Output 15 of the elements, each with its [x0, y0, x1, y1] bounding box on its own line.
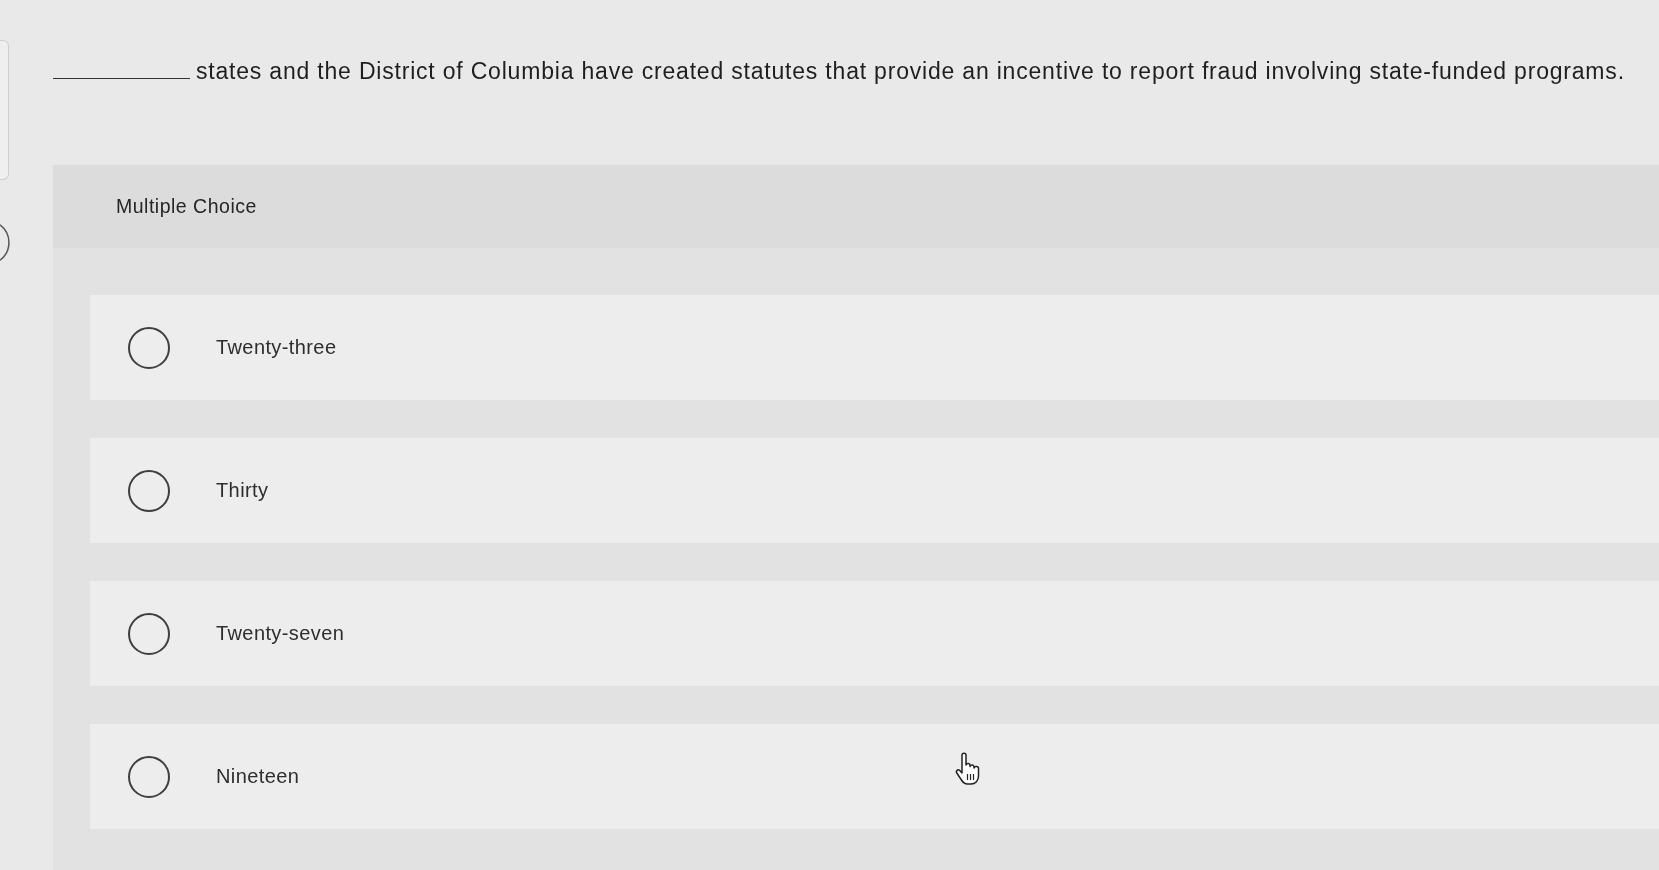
radio-button[interactable] [128, 612, 170, 655]
radio-button[interactable] [128, 326, 170, 369]
answer-option[interactable]: Thirty [90, 438, 1659, 543]
option-label: Twenty-three [216, 336, 337, 359]
answer-option[interactable]: Twenty-three [90, 295, 1659, 400]
question-text: states and the District of Columbia have created statutes that provide an incentive to report fraud involving state-funded programs. [196, 57, 1625, 86]
option-label: Thirty [216, 479, 269, 502]
radio-button[interactable] [128, 469, 170, 512]
option-label: Nineteen [216, 765, 300, 788]
option-label: Twenty-seven [216, 622, 345, 645]
answer-option[interactable]: Nineteen [90, 724, 1659, 829]
question-type-label: Multiple Choice [116, 195, 257, 218]
radio-button[interactable] [128, 755, 170, 798]
hand-cursor-icon [955, 752, 980, 785]
answer-option[interactable]: Twenty-seven [90, 581, 1659, 686]
